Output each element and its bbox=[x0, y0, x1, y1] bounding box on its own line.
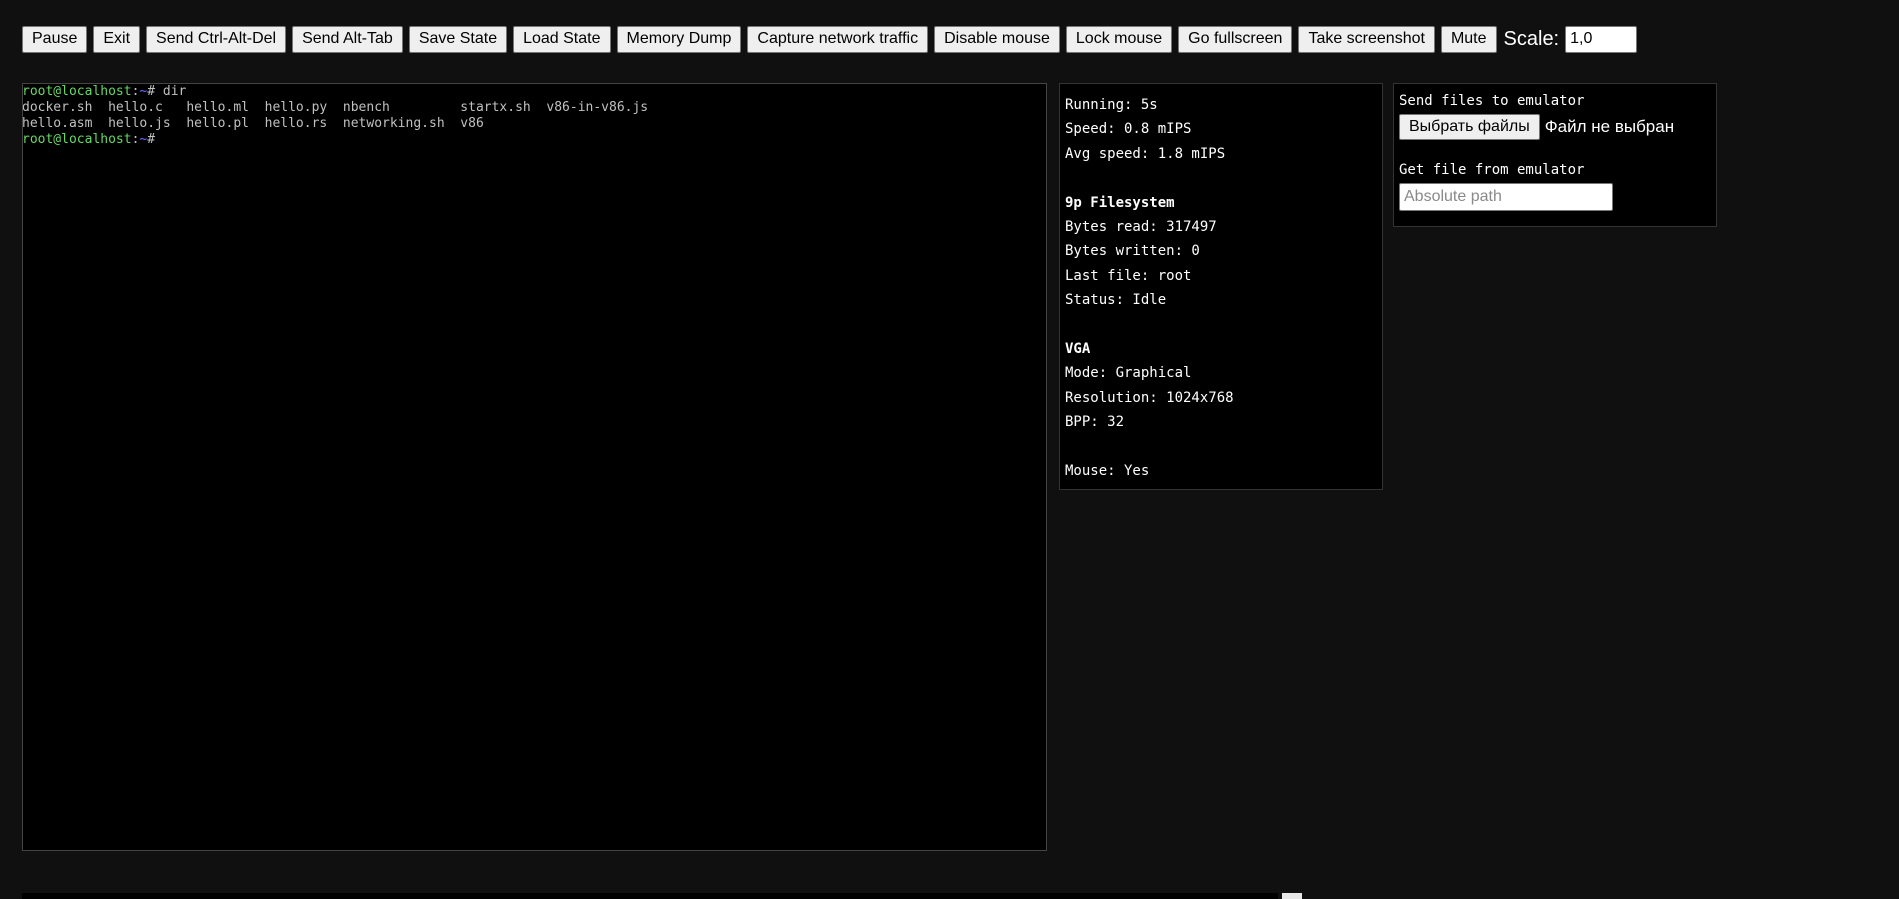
send-alt-tab-button[interactable]: Send Alt-Tab bbox=[292, 25, 403, 53]
speed-stat: Speed: 0.8 mIPS bbox=[1065, 121, 1192, 138]
pause-button[interactable]: Pause bbox=[22, 25, 88, 53]
memory-dump-button[interactable]: Memory Dump bbox=[616, 25, 742, 53]
terminal-line: docker.sh hello.c hello.ml hello.py nben… bbox=[22, 100, 649, 115]
stats-panel: Running: 5s Speed: 0.8 mIPS Avg speed: 1… bbox=[1059, 83, 1383, 490]
terminal-line: root@localhost:~# bbox=[22, 132, 1046, 148]
load-state-button[interactable]: Load State bbox=[513, 25, 611, 53]
capture-network-traffic-button[interactable]: Capture network traffic bbox=[747, 25, 929, 53]
send-ctrl-alt-del-button[interactable]: Send Ctrl-Alt-Del bbox=[146, 25, 287, 53]
send-files-heading: Send files to emulator bbox=[1399, 93, 1585, 109]
save-state-button[interactable]: Save State bbox=[408, 25, 508, 53]
last-file-stat: Last file: root bbox=[1065, 267, 1192, 284]
bpp-stat: BPP: 32 bbox=[1065, 414, 1125, 431]
log-scrollbar[interactable] bbox=[1282, 893, 1302, 899]
go-fullscreen-button[interactable]: Go fullscreen bbox=[1178, 25, 1293, 53]
prompt-user: root@localhost bbox=[22, 132, 132, 147]
terminal-line: root@localhost:~# dir bbox=[22, 84, 1046, 100]
exit-button[interactable]: Exit bbox=[93, 25, 141, 53]
absolute-path-input[interactable] bbox=[1399, 183, 1613, 211]
emulator-screen[interactable]: root@localhost:~# dir docker.sh hello.c … bbox=[22, 83, 1047, 851]
lock-mouse-button[interactable]: Lock mouse bbox=[1065, 25, 1173, 53]
scale-input[interactable] bbox=[1565, 25, 1638, 53]
vga-heading: VGA bbox=[1065, 340, 1091, 357]
mouse-stat: Mouse: Yes bbox=[1065, 462, 1150, 479]
take-screenshot-button[interactable]: Take screenshot bbox=[1298, 25, 1435, 53]
bytes-read-stat: Bytes read: 317497 bbox=[1065, 218, 1217, 235]
avg-speed-stat: Avg speed: 1.8 mIPS bbox=[1065, 145, 1226, 162]
prompt-command: # bbox=[147, 132, 156, 147]
file-transfer-panel: Send files to emulator Выбрать файлы Фай… bbox=[1393, 83, 1717, 227]
prompt-command: # dir bbox=[147, 84, 187, 99]
resolution-stat: Resolution: 1024x768 bbox=[1065, 389, 1234, 406]
mute-button[interactable]: Mute bbox=[1440, 25, 1497, 53]
terminal-line: hello.asm hello.js hello.pl hello.rs net… bbox=[22, 116, 484, 131]
no-file-chosen-label: Файл не выбран bbox=[1544, 117, 1675, 136]
file-picker: Выбрать файлы Файл не выбран bbox=[1399, 114, 1711, 140]
running-stat: Running: 5s bbox=[1065, 97, 1158, 113]
get-file-heading: Get file from emulator bbox=[1399, 162, 1585, 178]
mode-stat: Mode: Graphical bbox=[1065, 365, 1192, 382]
disable-mouse-button[interactable]: Disable mouse bbox=[934, 25, 1060, 53]
bytes-written-stat: Bytes written: 0 bbox=[1065, 243, 1200, 260]
status-stat: Status: Idle bbox=[1065, 292, 1167, 309]
filesystem-heading: 9p Filesystem bbox=[1065, 194, 1175, 211]
toolbar: Pause Exit Send Ctrl-Alt-Del Send Alt-Ta… bbox=[22, 25, 1638, 53]
scale-label: Scale: bbox=[1503, 27, 1560, 50]
log-area[interactable] bbox=[22, 893, 1278, 899]
prompt-user: root@localhost bbox=[22, 84, 132, 99]
choose-files-button[interactable]: Выбрать файлы bbox=[1399, 114, 1540, 140]
